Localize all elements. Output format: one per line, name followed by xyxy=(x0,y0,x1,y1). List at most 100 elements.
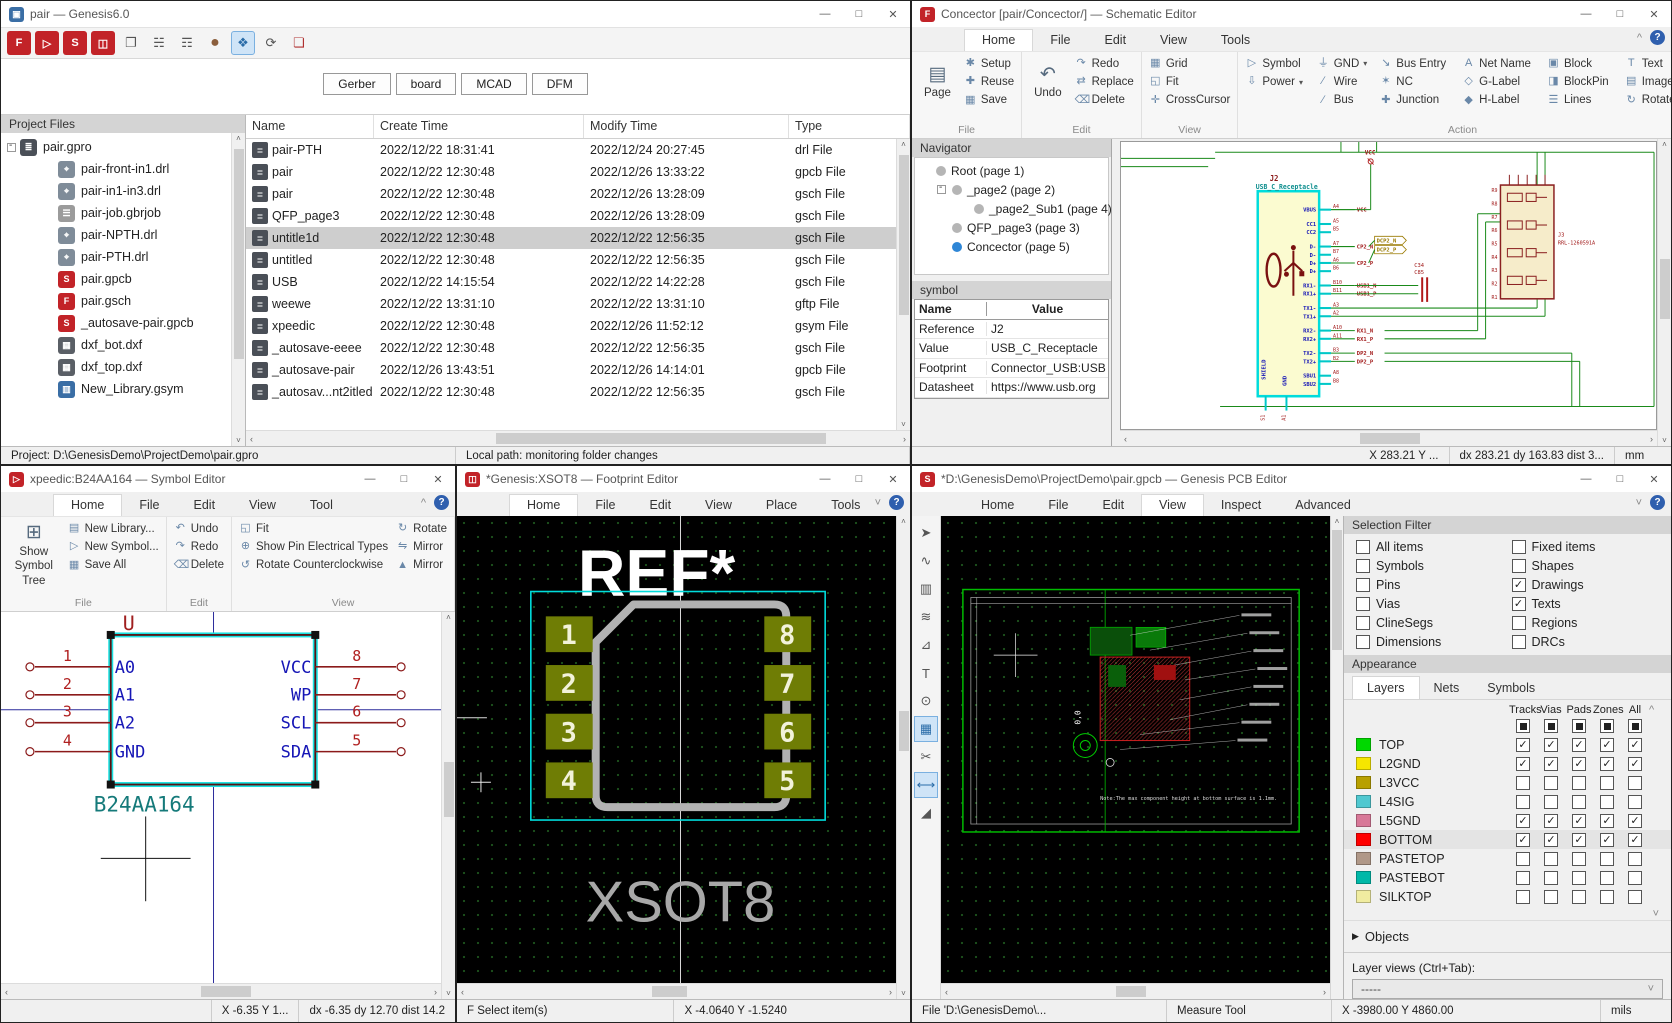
layer-color-chip[interactable] xyxy=(1356,738,1371,751)
tree-expander-icon[interactable] xyxy=(45,363,54,372)
layer-checkbox[interactable] xyxy=(1544,813,1558,828)
ribbon-tab[interactable]: View xyxy=(232,495,293,516)
objects-expand-icon[interactable]: ▶ xyxy=(1352,931,1359,942)
tree-expander-icon[interactable] xyxy=(937,223,946,232)
open-project-icon[interactable]: ❐ xyxy=(119,31,143,55)
ribbon-button[interactable]: ↘ Bus Entry xyxy=(1379,56,1450,72)
layer-checkbox[interactable] xyxy=(1516,737,1530,752)
ribbon-button[interactable]: ▤ Image xyxy=(1625,74,1671,90)
scroll-thumb[interactable] xyxy=(1660,259,1670,319)
ribbon-tab[interactable]: Home xyxy=(964,29,1034,51)
navigator-item[interactable]: Root (page 1) xyxy=(915,161,1108,180)
layer-color-chip[interactable] xyxy=(1356,833,1371,846)
ribbon-tab[interactable]: Edit xyxy=(1086,495,1142,516)
ribbon-button[interactable]: ↷ Redo xyxy=(174,539,224,555)
table-row[interactable]: ≣ QFP_page3 2022/12/22 12:30:48 2022/12/2… xyxy=(246,205,896,227)
checkbox-icon[interactable] xyxy=(1356,616,1370,630)
ribbon-button[interactable]: ◱ Fit xyxy=(239,521,388,537)
layer-checkbox[interactable] xyxy=(1600,870,1614,885)
checkbox-icon[interactable] xyxy=(1511,597,1526,611)
layer-checkbox[interactable] xyxy=(1600,775,1614,790)
tree-item[interactable]: S _autosave-pair.gpcb xyxy=(1,312,231,334)
tree-item[interactable]: S pair.gpcb xyxy=(1,268,231,290)
ribbon-button[interactable]: ✚ Reuse xyxy=(964,74,1014,90)
col-modify-time[interactable]: Modify Time xyxy=(584,115,789,138)
ribbon-button[interactable]: ◨ BlockPin xyxy=(1547,74,1613,90)
ribbon-tab[interactable]: Inspect xyxy=(1204,495,1278,516)
layer-row[interactable]: BOTTOM xyxy=(1344,830,1671,849)
ribbon-button[interactable]: T Text xyxy=(1625,56,1671,72)
show-symbol-tree-button[interactable]: ⊞ Show Symbol Tree xyxy=(8,520,60,589)
pm-titlebar[interactable]: ▣ pair — Genesis6.0 — □ ✕ xyxy=(1,1,910,27)
minimize-button[interactable]: — xyxy=(353,466,387,492)
layer-checkbox[interactable] xyxy=(1572,794,1586,809)
ribbon-tab[interactable]: File xyxy=(1031,495,1085,516)
ribbon-expand-icon[interactable]: ˅ xyxy=(875,497,881,509)
layer-color-chip[interactable] xyxy=(1356,757,1371,770)
layer-row[interactable]: SILKTOP xyxy=(1344,887,1671,906)
minimize-button[interactable]: — xyxy=(808,466,842,492)
close-button[interactable]: ✕ xyxy=(421,466,455,492)
layer-checkbox[interactable] xyxy=(1628,851,1642,866)
layer-color-chip[interactable] xyxy=(1356,776,1371,789)
ribbon-tab[interactable]: File xyxy=(578,495,632,516)
layer-checkbox[interactable] xyxy=(1572,851,1586,866)
layer-checkbox[interactable] xyxy=(1572,775,1586,790)
scroll-thumb[interactable] xyxy=(899,155,909,315)
ribbon-tab[interactable]: Tools xyxy=(1204,30,1267,51)
pcb-titlebar[interactable]: S *D:\GenesisDemo\ProjectDemo\pair.gpcb … xyxy=(912,466,1671,492)
scroll-down-icon[interactable]: ˅ xyxy=(236,436,241,445)
ribbon-tab[interactable]: Edit xyxy=(177,495,233,516)
ribbon-tab[interactable]: Home xyxy=(964,495,1031,516)
symbol-canvas[interactable]: U 1 A0 2 A1 3 A2 4 GND 8 VCC 7 WP 6 SCL 5 SDA B24AA164 xyxy=(1,612,441,983)
tree-expander-icon[interactable] xyxy=(937,242,946,251)
export-button[interactable]: Gerber xyxy=(323,73,391,95)
tree-expander-icon[interactable] xyxy=(45,275,54,284)
appearance-tab[interactable]: Nets xyxy=(1420,677,1474,699)
symtab-row[interactable]: Reference J2 xyxy=(915,320,1108,339)
layer-checkbox[interactable] xyxy=(1572,737,1586,752)
ribbon-tab[interactable]: Place xyxy=(749,495,814,516)
route-tool-icon[interactable]: ∿ xyxy=(914,548,938,574)
layer-checkbox[interactable] xyxy=(1628,870,1642,885)
objects-section[interactable]: ▶ Objects xyxy=(1344,920,1671,952)
tree-expander-icon[interactable] xyxy=(959,204,968,213)
scroll-right-icon[interactable]: › xyxy=(903,434,906,444)
navigator-item[interactable]: _page2 (page 2) xyxy=(915,180,1108,199)
checkbox-icon[interactable] xyxy=(1356,540,1370,554)
ribbon-button[interactable]: ▦ Save All xyxy=(68,557,159,573)
ribbon-tab[interactable]: Tools xyxy=(814,495,877,516)
ribbon-button[interactable]: ↺ Rotate Counterclockwise xyxy=(239,557,388,573)
scroll-up-icon[interactable]: ˄ xyxy=(1662,140,1667,149)
ribbon-button[interactable]: ↶ Undo xyxy=(174,521,224,537)
layer-checkbox[interactable] xyxy=(1628,775,1642,790)
layer-checkbox[interactable] xyxy=(1600,756,1614,771)
help-icon[interactable]: ? xyxy=(1650,495,1665,510)
navigator-item[interactable]: Concector (page 5) xyxy=(915,237,1108,256)
checkbox-icon[interactable] xyxy=(1511,559,1526,573)
scroll-up-icon[interactable]: ˄ xyxy=(446,613,451,622)
layers-tool-icon[interactable]: ▥ xyxy=(914,576,938,602)
help-icon[interactable]: ? xyxy=(434,495,449,510)
maximize-button[interactable]: □ xyxy=(1603,466,1637,492)
filter-checkbox[interactable]: Fixed items xyxy=(1511,540,1668,554)
scroll-thumb[interactable] xyxy=(444,762,454,817)
layer-color-chip[interactable] xyxy=(1356,795,1371,808)
ribbon-button[interactable]: ⇩ Power ▾ xyxy=(1245,74,1304,90)
pcb-app-icon[interactable]: S xyxy=(63,31,87,55)
layer-checkbox[interactable] xyxy=(1544,756,1558,771)
tree-item[interactable]: ⌖ pair-PTH.drl xyxy=(1,246,231,268)
scroll-left-icon[interactable]: ‹ xyxy=(945,987,948,997)
maximize-button[interactable]: □ xyxy=(1603,1,1637,27)
layers-scroll-up-icon[interactable]: ^ xyxy=(1649,704,1661,716)
scroll-down-icon[interactable]: ˅ xyxy=(901,989,906,998)
layer-checkbox[interactable] xyxy=(1600,794,1614,809)
layer-checkbox[interactable] xyxy=(1628,832,1642,847)
pcb-canvas[interactable]: 0,0 Note:The max component height at bott… xyxy=(941,516,1330,983)
checkbox-icon[interactable] xyxy=(1356,635,1370,649)
ribbon-collapse-icon[interactable]: ^ xyxy=(1637,32,1642,44)
ribbon-button[interactable]: ▣ Block xyxy=(1547,56,1613,72)
footprint-app-icon[interactable]: ◫ xyxy=(91,31,115,55)
scroll-thumb[interactable] xyxy=(1116,986,1146,997)
page-button[interactable]: ▤ Page xyxy=(919,55,956,108)
